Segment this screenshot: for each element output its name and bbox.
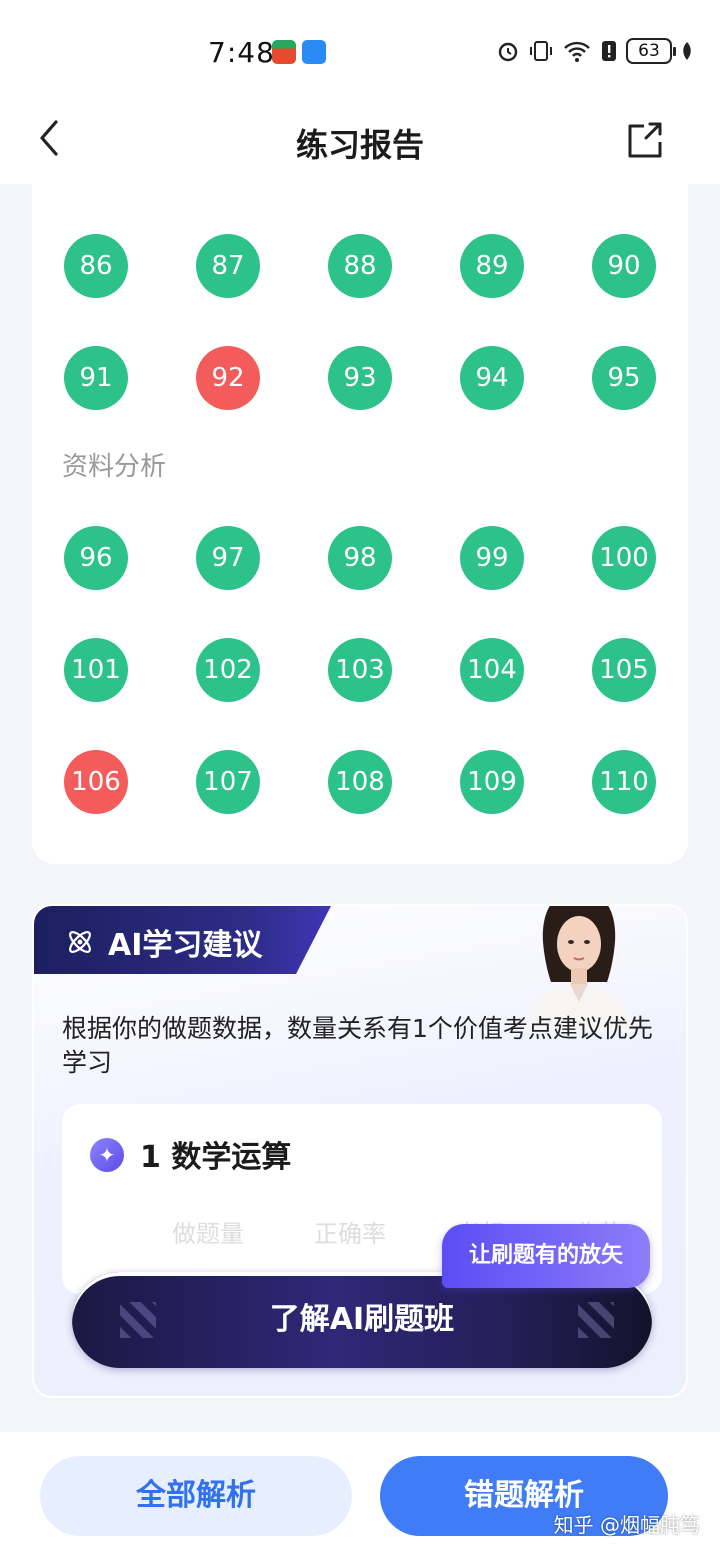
ai-study-advice-card: AI学习建议 根据你的做题数据，数量关系有1个价值考点建议优先学习 1 数学运算… [32, 904, 688, 1398]
answer-circle-correct[interactable]: 107 [196, 750, 260, 814]
wifi-icon [564, 41, 590, 62]
promo-tag-bubble: 让刷题有的放矢 [442, 1224, 650, 1288]
weather-notification-icon [302, 40, 326, 64]
answer-circle-correct[interactable]: 103 [328, 638, 392, 702]
sim-alert-icon [602, 41, 616, 61]
answer-circle-correct[interactable]: 90 [592, 234, 656, 298]
bottom-action-bar: 全部解析 错题解析 知乎 @烟幅肫笃 [0, 1432, 720, 1560]
watermark-text: 知乎 @烟幅肫笃 [553, 1513, 700, 1537]
app-notification-icon [272, 40, 296, 64]
nav-header: 练习报告 [0, 100, 720, 184]
pixel-decoration-icon [578, 1302, 614, 1338]
atom-icon [69, 931, 91, 953]
answer-circle-correct[interactable]: 93 [328, 346, 392, 410]
topic-stat-label: 做题量 [172, 1220, 244, 1248]
alarm-icon [498, 42, 518, 62]
answer-circle-correct[interactable]: 87 [196, 234, 260, 298]
answer-sheet-grid: 资料分析 86 87 88 89 90 91 92 93 94 95 96 97 98 99 100 101 1… [32, 140, 688, 864]
sparkle-icon [90, 1138, 124, 1172]
battery-indicator: 63 [626, 38, 676, 64]
answer-circle-correct[interactable]: 98 [328, 526, 392, 590]
practice-report-screen: 资料分析 86 87 88 89 90 91 92 93 94 95 96 97 98 99 100 101 1… [0, 0, 720, 1560]
ai-advice-text: 根据你的做题数据，数量关系有1个价值考点建议优先学习 [62, 1014, 653, 1077]
answer-circle-correct[interactable]: 109 [460, 750, 524, 814]
vibrate-icon [530, 41, 552, 61]
answer-circle-correct[interactable]: 89 [460, 234, 524, 298]
answer-circle-correct[interactable]: 108 [328, 750, 392, 814]
all-analysis-button[interactable]: 全部解析 [40, 1456, 352, 1536]
topic-stat-label: 正确率 [314, 1220, 386, 1248]
leaf-icon [683, 42, 691, 60]
section-label-data-analysis: 资料分析 [62, 452, 167, 482]
system-icons: 63 [496, 38, 694, 64]
status-bar: 7:48 63 [0, 0, 720, 100]
answer-circle-correct[interactable]: 96 [64, 526, 128, 590]
answer-circle-correct[interactable]: 94 [460, 346, 524, 410]
status-time: 7:48 [208, 36, 275, 69]
answer-sheet-card: 资料分析 86 87 88 89 90 91 92 93 94 95 96 97 98 99 100 101 1… [32, 140, 688, 864]
answer-circle-correct[interactable]: 95 [592, 346, 656, 410]
answer-circle-wrong[interactable]: 92 [196, 346, 260, 410]
page-title: 练习报告 [295, 126, 424, 164]
pixel-decoration-icon [120, 1302, 156, 1338]
answer-circle-correct[interactable]: 88 [328, 234, 392, 298]
share-icon[interactable] [622, 118, 666, 162]
ai-card-title: AI学习建议 [108, 928, 263, 963]
answer-circle-correct[interactable]: 110 [592, 750, 656, 814]
answer-circle-correct[interactable]: 105 [592, 638, 656, 702]
topic-title: 1 数学运算 [140, 1140, 292, 1175]
answer-circle-correct[interactable]: 97 [196, 526, 260, 590]
answer-circle-correct[interactable]: 104 [460, 638, 524, 702]
answer-circle-correct[interactable]: 99 [460, 526, 524, 590]
answer-circle-correct[interactable]: 100 [592, 526, 656, 590]
answer-circle-correct[interactable]: 91 [64, 346, 128, 410]
learn-ai-course-label: 了解AI刷题班 [269, 1302, 455, 1337]
answer-circle-wrong[interactable]: 106 [64, 750, 128, 814]
answer-circle-correct[interactable]: 102 [196, 638, 260, 702]
answer-circle-correct[interactable]: 86 [64, 234, 128, 298]
answer-circle-correct[interactable]: 101 [64, 638, 128, 702]
